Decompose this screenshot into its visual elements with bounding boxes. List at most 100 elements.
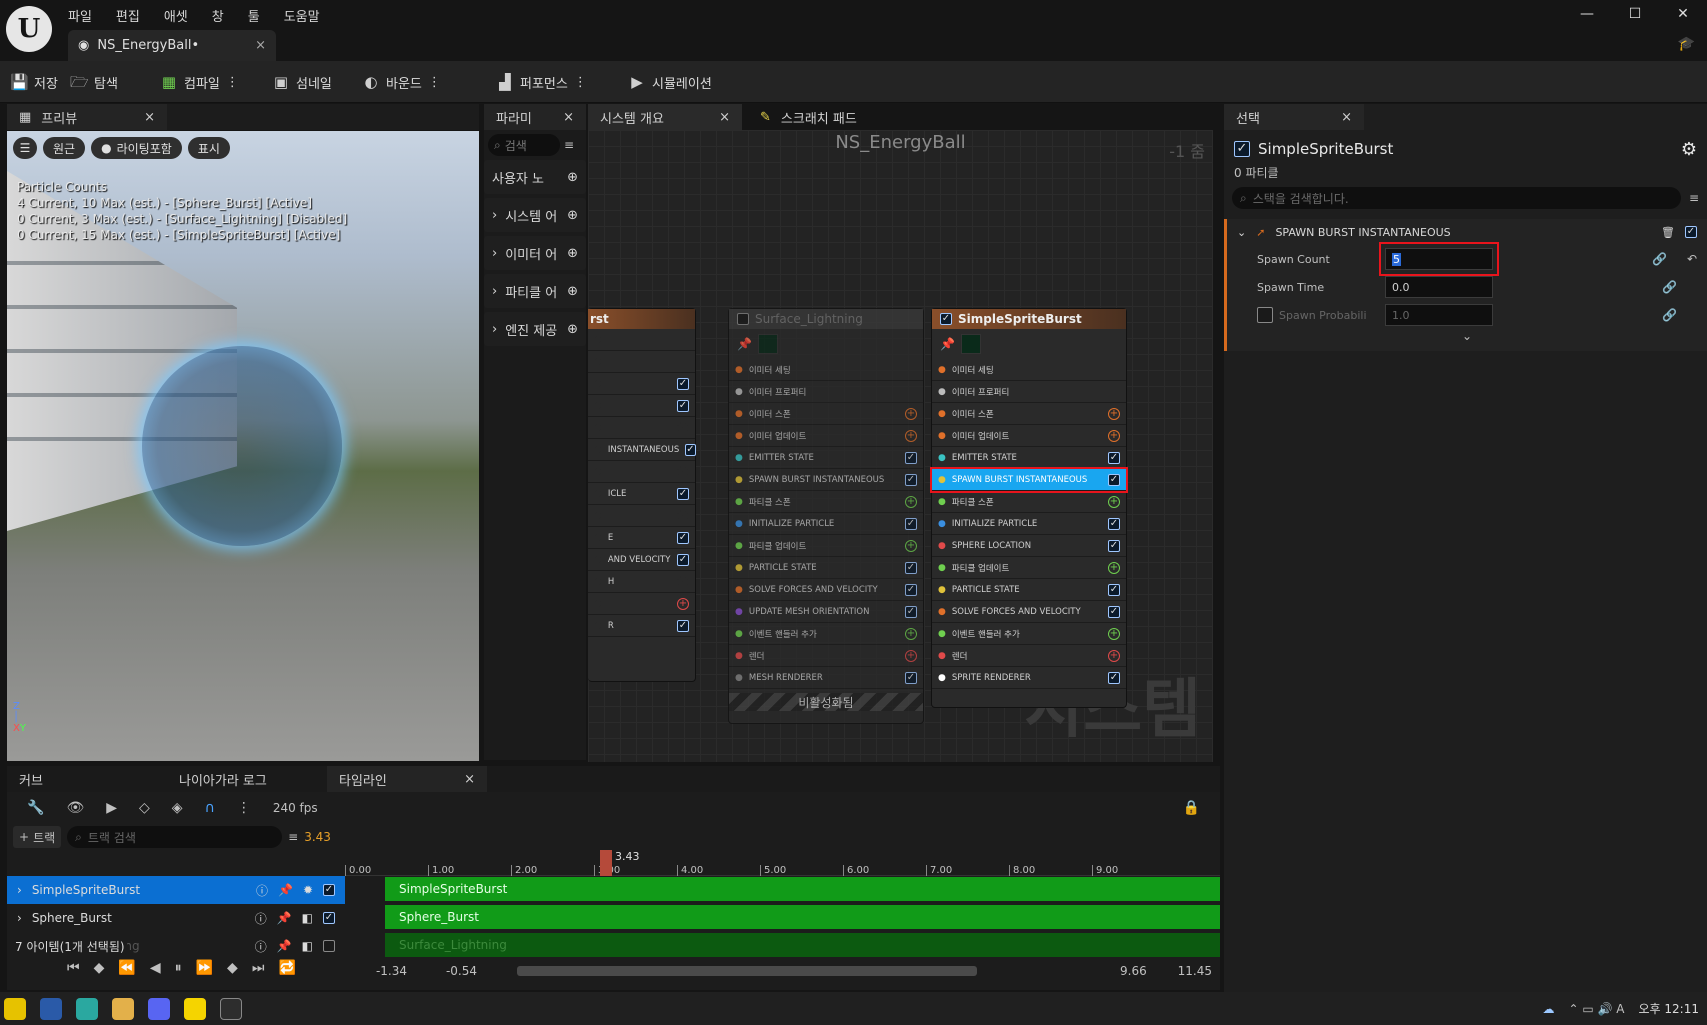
node-module-row[interactable]: ● + xyxy=(588,417,695,439)
module-enable-checkbox[interactable]: ✓ xyxy=(905,605,917,618)
enable-checkbox[interactable] xyxy=(737,313,749,325)
node-module-row[interactable]: ● + xyxy=(588,505,695,527)
spawn-time-input[interactable]: 0.0 xyxy=(1385,276,1493,298)
module-enable-checkbox[interactable]: ✓ xyxy=(677,399,689,412)
module-enable-checkbox[interactable]: ✓ xyxy=(905,561,917,574)
add-module-icon[interactable]: + xyxy=(905,495,917,508)
node-module-row[interactable]: ● 파티클 스폰 + xyxy=(932,491,1126,513)
add-module-icon[interactable]: + xyxy=(1108,561,1120,574)
graduation-cap-icon[interactable]: 🎓 xyxy=(1678,36,1695,52)
close-tab-icon[interactable]: × xyxy=(255,38,266,53)
info-icon[interactable]: ⓘ xyxy=(255,910,267,927)
add-circle-icon[interactable]: ⊕ xyxy=(567,208,578,223)
keyframe-icon[interactable]: ◈ xyxy=(172,800,183,816)
pin-icon[interactable]: 📌 xyxy=(277,911,292,925)
node-module-row[interactable]: ● SOLVE FORCES AND VELOCITY ✓ xyxy=(729,579,923,601)
spawn-probability-checkbox[interactable] xyxy=(1257,307,1273,323)
add-module-icon[interactable]: + xyxy=(905,627,917,640)
reset-icon[interactable]: ↶ xyxy=(1687,252,1697,266)
module-enable-checkbox[interactable]: ✓ xyxy=(1108,671,1120,684)
module-enable-checkbox[interactable]: ✓ xyxy=(677,531,689,544)
lock-icon[interactable]: 🔒 xyxy=(1183,800,1200,816)
tab-system-overview[interactable]: 시스템 개요 × xyxy=(588,104,742,130)
node-module-row[interactable]: ● 파티클 업데이트 + xyxy=(729,535,923,557)
add-module-icon[interactable]: + xyxy=(677,465,689,478)
emitter-node-simple-sprite-burst[interactable]: ✓SimpleSpriteBurst 📌 ●이미터 세팅✓●이미터 프로퍼티✓●… xyxy=(930,308,1128,708)
loop-icon[interactable]: 🔁 xyxy=(278,960,295,976)
node-module-row[interactable]: ● + xyxy=(588,461,695,483)
tray-icons[interactable]: ⌃ ▭ 🔊 A xyxy=(1569,1002,1625,1016)
add-module-icon[interactable]: + xyxy=(1108,649,1120,662)
track-enable-checkbox[interactable]: ✓ xyxy=(323,884,335,896)
thumbnail-button[interactable]: ▣ 섬네일 xyxy=(272,69,332,95)
show-button[interactable]: 표시 xyxy=(187,137,230,159)
node-module-row[interactable]: ● PARTICLE STATE ✓ xyxy=(932,579,1126,601)
add-circle-icon[interactable]: ⊕ xyxy=(567,322,578,337)
section-user[interactable]: 사용자 노 ⊕ xyxy=(484,160,586,194)
more-options-icon[interactable]: ⋮ xyxy=(428,75,441,90)
simulation-button[interactable]: ▶ 시뮬레이션 xyxy=(628,69,712,95)
menu-asset[interactable]: 애셋 xyxy=(164,6,188,25)
maximize-icon[interactable]: ☐ xyxy=(1611,6,1659,22)
link-icon[interactable]: 🔗 xyxy=(1662,308,1677,322)
bounds-button[interactable]: ◐ 바운드 ⋮ xyxy=(362,69,441,95)
module-enable-checkbox[interactable]: ✓ xyxy=(677,553,689,566)
track-row[interactable]: ›Surface_Lightningⓘ📌◧ 7 아이템(1개 선택됨) xyxy=(7,932,345,960)
node-module-row[interactable]: ●이미터 세팅✓ xyxy=(729,359,923,381)
module-enable-checkbox[interactable]: ✓ xyxy=(1108,539,1120,552)
node-module-row[interactable]: ● 이벤트 핸들러 추가 + xyxy=(729,623,923,645)
node-module-row[interactable]: ●이미터 프로퍼티✓ xyxy=(932,381,1126,403)
performance-button[interactable]: ▟ 퍼포먼스 ⋮ xyxy=(496,69,587,95)
tab-selection[interactable]: 선택 × xyxy=(1224,104,1364,130)
chevron-right-icon[interactable]: › xyxy=(17,883,22,897)
add-track-button[interactable]: + 트랙 xyxy=(13,826,62,848)
emitter-node-surface-lightning[interactable]: Surface_Lightning 📌 ● 이미터 세팅 ✓ ● 이미터 프로퍼티 ✓ ● 이… xyxy=(728,308,924,724)
track-bar[interactable]: Sphere_Burst xyxy=(385,905,1220,929)
node-module-row[interactable]: ● SPAWN BURST INSTANTANEOUS ✓ xyxy=(930,467,1128,493)
add-module-icon[interactable]: + xyxy=(1108,407,1120,420)
node-module-row[interactable]: ●이미터 세팅✓ xyxy=(932,359,1126,381)
add-module-icon[interactable]: + xyxy=(905,649,917,662)
fps-selector[interactable]: 240 fps xyxy=(273,801,318,815)
pin-icon[interactable]: 📌 xyxy=(940,337,955,351)
close-tab-icon[interactable]: × xyxy=(144,110,155,125)
node-module-row[interactable]: ● 이미터 스폰 + xyxy=(729,403,923,425)
snap-magnet-icon[interactable]: ∩ xyxy=(205,800,215,816)
module-enable-checkbox[interactable]: ✓ xyxy=(905,473,917,486)
add-module-icon[interactable]: + xyxy=(677,597,689,610)
node-module-row[interactable]: ● 파티클 스폰 + xyxy=(729,491,923,513)
tab-preview[interactable]: ▦ 프리뷰 × xyxy=(7,104,167,130)
node-module-row[interactable]: ● ICLE ✓ xyxy=(588,483,695,505)
add-module-icon[interactable]: + xyxy=(1108,429,1120,442)
node-module-row[interactable]: ● AND VELOCITY ✓ xyxy=(588,549,695,571)
add-circle-icon[interactable]: ⊕ xyxy=(567,170,578,185)
module-enable-checkbox[interactable]: ✓ xyxy=(1108,605,1120,618)
track-row[interactable]: › SimpleSpriteBurst ⓘ 📌 ✹ ✓ xyxy=(7,876,345,904)
range-scrollbar[interactable] xyxy=(517,966,977,976)
unreal-logo-icon[interactable]: U xyxy=(6,6,52,52)
prev-key-icon[interactable]: ◆ xyxy=(94,960,105,976)
module-enable-checkbox[interactable]: ✓ xyxy=(1108,583,1120,596)
chat-icon[interactable] xyxy=(184,997,206,1020)
node-module-row[interactable]: ● INITIALIZE PARTICLE ✓ xyxy=(729,513,923,535)
go-to-start-icon[interactable]: ⏮ xyxy=(67,960,80,976)
node-module-row[interactable]: ● SPRITE RENDERER ✓ xyxy=(932,667,1126,689)
app-icon[interactable] xyxy=(76,997,98,1020)
more-options-icon[interactable]: ⋮ xyxy=(574,75,587,90)
track-row[interactable]: › Sphere_Burst ⓘ 📌 ◧ ✓ xyxy=(7,904,345,932)
next-key-icon[interactable]: ◆ xyxy=(227,960,238,976)
module-enable-checkbox[interactable]: ✓ xyxy=(1108,517,1120,530)
add-module-icon[interactable]: + xyxy=(1108,495,1120,508)
step-back-icon[interactable]: ⏪ xyxy=(118,960,135,976)
emitter-node-sphere-burst[interactable]: rst ●✓●✓●✓●✓●+●INSTANTANEOUS✓●+●ICLE✓●+●… xyxy=(588,308,696,682)
module-enable-checkbox[interactable]: ✓ xyxy=(1108,451,1120,464)
node-module-row[interactable]: ● 렌더 + xyxy=(729,645,923,667)
module-enable-checkbox[interactable]: ✓ xyxy=(677,487,689,500)
key-icon[interactable]: ◇ xyxy=(139,800,150,816)
node-module-row[interactable]: ● MESH RENDERER ✓ xyxy=(729,667,923,689)
file-explorer-icon[interactable] xyxy=(112,997,134,1020)
pin-icon[interactable]: 📌 xyxy=(278,883,293,897)
menu-tools[interactable]: 툴 xyxy=(248,6,260,25)
add-module-icon[interactable]: + xyxy=(677,509,689,522)
node-module-row[interactable]: ● SOLVE FORCES AND VELOCITY ✓ xyxy=(932,601,1126,623)
